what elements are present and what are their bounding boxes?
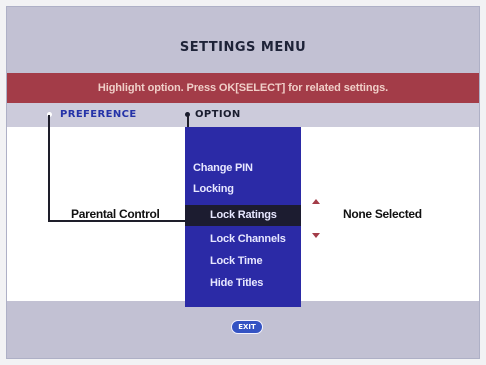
preference-connector-vertical: [48, 115, 50, 221]
arrow-up-icon[interactable]: [312, 199, 320, 204]
option-locking[interactable]: Locking: [185, 179, 301, 200]
exit-button[interactable]: EXIT: [231, 320, 263, 334]
page-title: SETTINGS MENU: [179, 40, 307, 55]
preference-parental-control[interactable]: Parental Control: [71, 206, 160, 222]
option-lock-ratings[interactable]: Lock Ratings: [185, 205, 301, 226]
preference-column-header: PREFERENCE: [60, 109, 137, 120]
column-header-row: PREFERENCE OPTION: [7, 103, 479, 217]
setting-value: None Selected: [343, 207, 422, 221]
option-lock-time[interactable]: Lock Time: [185, 251, 301, 272]
option-column-header: OPTION: [195, 109, 241, 120]
instruction-banner: Highlight option. Press OK[SELECT] for r…: [7, 73, 479, 103]
option-hide-titles[interactable]: Hide Titles: [185, 273, 301, 294]
option-change-pin[interactable]: Change PIN: [185, 158, 301, 179]
settings-screen: SETTINGS MENU Highlight option. Press OK…: [6, 6, 480, 359]
option-lock-channels[interactable]: Lock Channels: [185, 229, 301, 250]
option-list: Change PIN Locking Lock Ratings Lock Cha…: [185, 127, 301, 307]
arrow-down-icon[interactable]: [312, 233, 320, 238]
